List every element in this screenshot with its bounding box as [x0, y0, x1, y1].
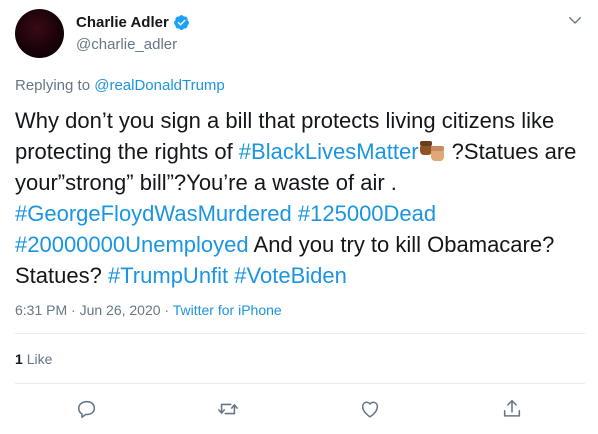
hashtag-link[interactable]: #TrumpUnfit	[108, 263, 228, 288]
hashtag-link[interactable]: #20000000Unemployed	[15, 232, 249, 257]
share-icon[interactable]	[501, 398, 523, 420]
verified-badge-icon	[173, 14, 190, 31]
source-link[interactable]: Twitter for iPhone	[173, 302, 282, 318]
timestamp-link[interactable]: 6:31 PM · Jun 26, 2020 ·	[15, 302, 173, 318]
raised-fists-emoji	[419, 140, 446, 162]
likes-label: Like	[26, 351, 53, 367]
tweet-meta: 6:31 PM · Jun 26, 2020 · Twitter for iPh…	[15, 302, 282, 318]
replying-to-label: Replying to	[15, 77, 95, 94]
divider	[15, 383, 585, 384]
avatar[interactable]	[15, 9, 64, 58]
action-bar	[0, 398, 598, 422]
hashtag-link[interactable]: #125000Dead	[298, 201, 436, 226]
hashtag-link[interactable]: #GeorgeFloydWasMurdered	[15, 201, 292, 226]
author-row: Charlie Adler	[76, 14, 190, 31]
likes-number: 1	[15, 351, 23, 367]
reply-mention-link[interactable]: @realDonaldTrump	[94, 77, 225, 94]
likes-count[interactable]: 1 Like	[15, 351, 52, 367]
like-icon[interactable]	[359, 398, 381, 420]
tweet-card: Charlie Adler @charlie_adler Replying to…	[0, 0, 598, 434]
chevron-down-icon[interactable]	[566, 11, 584, 29]
retweet-icon[interactable]	[217, 398, 239, 420]
author-handle[interactable]: @charlie_adler	[76, 36, 177, 53]
tweet-text: Why don’t you sign a bill that protects …	[15, 105, 585, 291]
hashtag-link[interactable]: #VoteBiden	[234, 263, 347, 288]
divider	[15, 333, 585, 334]
reply-icon[interactable]	[76, 398, 98, 420]
author-name[interactable]: Charlie Adler	[76, 14, 169, 31]
replying-to: Replying to @realDonaldTrump	[15, 77, 225, 94]
hashtag-link[interactable]: #BlackLivesMatter	[239, 139, 419, 164]
